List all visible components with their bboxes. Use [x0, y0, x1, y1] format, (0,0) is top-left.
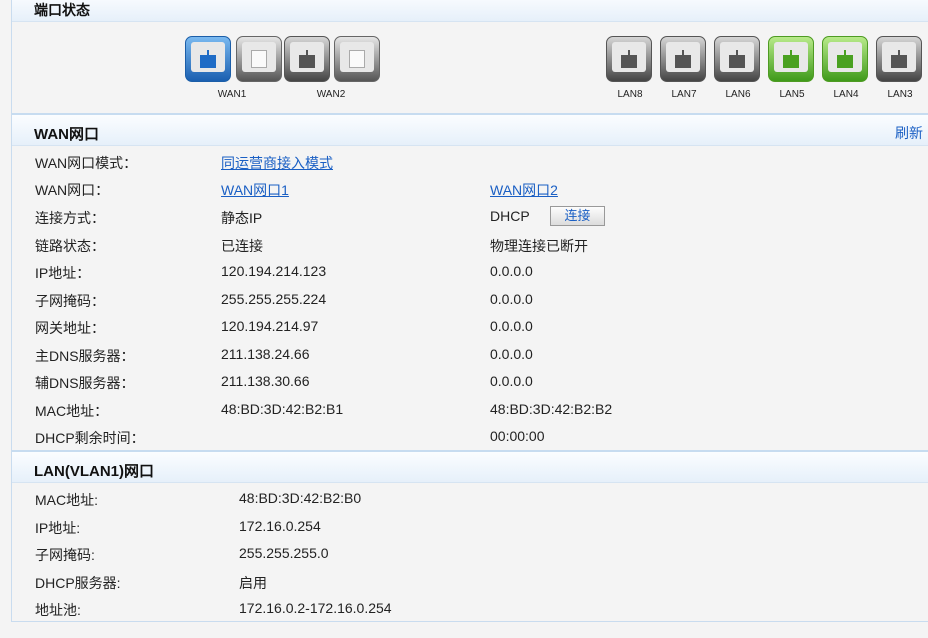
wan-port-label: WAN2 [316, 89, 346, 100]
wan2-value: 0.0.0.0 [490, 373, 533, 389]
wan-port2-link[interactable]: WAN网口2 [490, 180, 558, 200]
lan-port-icon[interactable] [822, 36, 868, 82]
wan-port-label: WAN网口： [35, 182, 110, 198]
lan-row-value: 启用 [239, 574, 267, 591]
wan1-value: 120.194.214.123 [221, 263, 327, 279]
port-face [666, 42, 700, 72]
ports-section-header: 端口状态 [12, 0, 928, 22]
ethernet-jack-icon [200, 50, 216, 68]
ethernet-jack-icon [729, 50, 745, 68]
wan-port-label: WAN1 [217, 89, 247, 100]
ethernet-jack-icon [783, 50, 799, 68]
wan-section-title: WAN网口 [34, 126, 99, 143]
lan-row-value: 48:BD:3D:42:B2:B0 [239, 490, 362, 506]
wan-port-icon[interactable] [185, 36, 231, 82]
port-face [774, 42, 808, 72]
wan-mode-label: WAN网口模式： [35, 155, 138, 171]
lan-row-label: MAC地址: [35, 492, 98, 508]
ethernet-jack-icon [299, 50, 315, 68]
lan-row-value: 172.16.0.2-172.16.0.254 [239, 600, 392, 616]
port-face [612, 42, 646, 72]
wan1-value: 120.194.214.97 [221, 318, 319, 334]
ethernet-jack-icon [349, 50, 365, 68]
port-face [340, 42, 374, 72]
lan-row-value: 172.16.0.254 [239, 517, 321, 534]
lan-port-label: LAN7 [671, 89, 697, 100]
wan-mode-link[interactable]: 同运营商接入模式 [221, 153, 333, 173]
wan-port1-link[interactable]: WAN网口1 [221, 180, 289, 200]
wan-row-label: 网关地址： [35, 320, 105, 336]
wan-row-label: 链路状态： [35, 237, 105, 254]
wan2-value: 48:BD:3D:42:B2:B2 [490, 400, 613, 417]
lan-section-title: LAN(VLAN1)网口 [34, 463, 154, 480]
lan-port-label: LAN4 [833, 89, 859, 100]
ethernet-jack-icon [675, 50, 691, 68]
ethernet-jack-icon [891, 50, 907, 68]
lan-row-label: IP地址: [35, 519, 81, 536]
refresh-link[interactable]: 刷新 [895, 123, 923, 143]
wan2-value: 0.0.0.0 [490, 318, 533, 334]
ethernet-jack-icon [837, 50, 853, 68]
wan-row-label: 子网掩码： [35, 292, 105, 309]
port-face [720, 42, 754, 72]
wan2-value: 0.0.0.0 [490, 263, 533, 279]
lan-port-label: LAN3 [887, 89, 913, 100]
wan1-value: 静态IP [221, 210, 263, 226]
port-face [882, 42, 916, 72]
wan-port-icon[interactable] [334, 36, 380, 82]
wan2-value: 0.0.0.0 [490, 345, 533, 362]
lan-row-label: 地址池: [35, 602, 81, 618]
wan-port-icon[interactable] [284, 36, 330, 82]
ethernet-jack-icon [621, 50, 637, 68]
lan-port-icon[interactable] [660, 36, 706, 82]
wan-row-label: 主DNS服务器： [35, 347, 135, 364]
port-face [828, 42, 862, 72]
lan-port-icon[interactable] [768, 36, 814, 82]
wan2-value: 0.0.0.0 [490, 290, 533, 307]
wan1-value: 255.255.255.224 [221, 290, 327, 307]
lan-row-label: 子网掩码: [35, 547, 95, 563]
lan-port-icon[interactable] [714, 36, 760, 82]
wan2-value: 00:00:00 [490, 428, 545, 444]
wan1-value: 48:BD:3D:42:B2:B1 [221, 400, 344, 417]
ethernet-jack-icon [251, 50, 267, 68]
wan2-value: DHCP [490, 208, 530, 224]
wan-row-label: 连接方式： [35, 210, 105, 226]
port-face [191, 42, 225, 72]
lan-section-header: LAN(VLAN1)网口 [12, 450, 928, 483]
lan-row-label: DHCP服务器: [35, 574, 121, 591]
port-face [290, 42, 324, 72]
wan-row-label: DHCP剩余时间： [35, 430, 145, 446]
port-face [242, 42, 276, 72]
ports-section-title: 端口状态 [34, 2, 90, 18]
wan-row-label: 辅DNS服务器： [35, 375, 135, 391]
lan-port-icon[interactable] [606, 36, 652, 82]
lan-port-label: LAN8 [617, 89, 643, 100]
wan-row-label: IP地址： [35, 265, 91, 281]
connect-button[interactable]: 连接 [550, 206, 605, 226]
lan-port-icon[interactable] [876, 36, 922, 82]
wan1-value: 211.138.24.66 [221, 345, 310, 362]
wan2-value: 物理连接已断开 [490, 237, 588, 254]
lan-row-value: 255.255.255.0 [239, 545, 329, 561]
wan1-value: 211.138.30.66 [221, 373, 310, 389]
wan1-value: 已连接 [221, 237, 263, 254]
lan-port-label: LAN5 [779, 89, 805, 100]
wan-section-header: WAN网口 刷新 [12, 113, 928, 146]
wan-row-label: MAC地址： [35, 402, 109, 419]
lan-port-label: LAN6 [725, 89, 751, 100]
wan-port-icon[interactable] [236, 36, 282, 82]
